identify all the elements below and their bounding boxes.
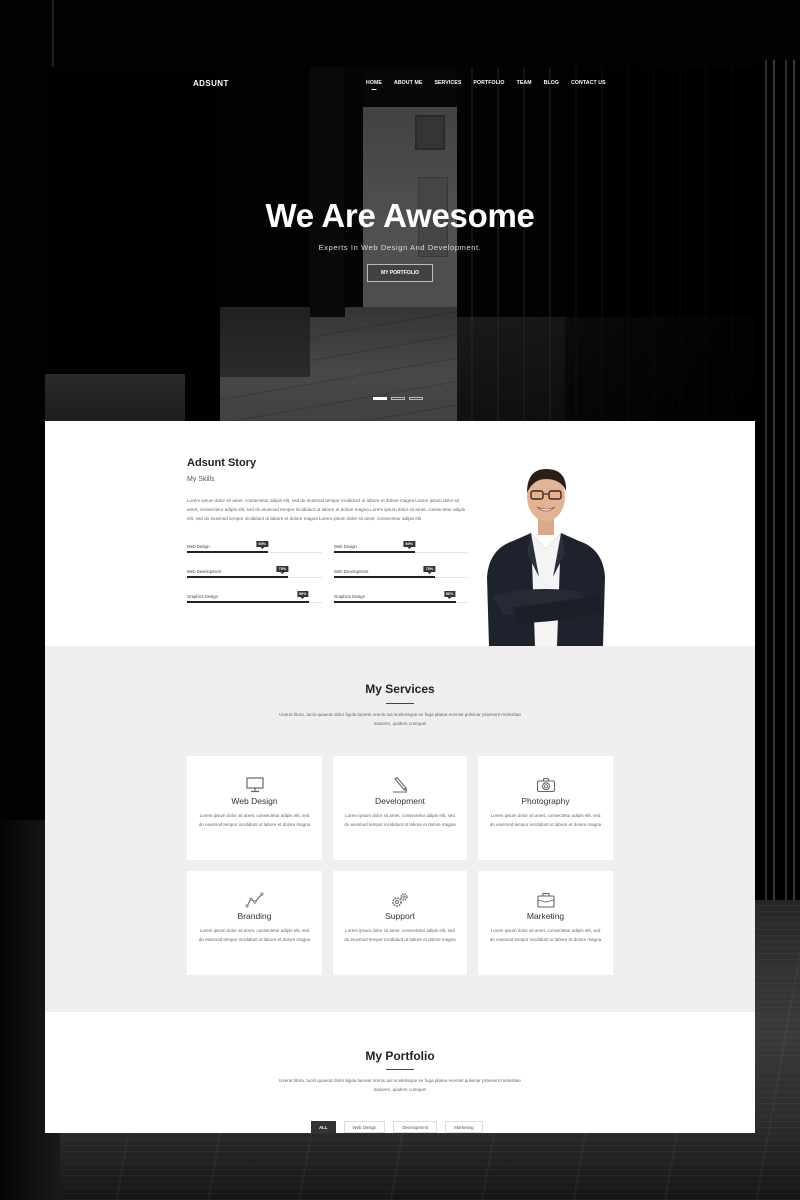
skill-fill: [334, 576, 436, 578]
portfolio-filters: ALL Web Design Development Marketing: [311, 1121, 483, 1133]
skill-percent: 60%: [256, 541, 268, 547]
service-text: Lorem ipsum dolor sit amet, consectetur …: [489, 928, 602, 942]
service-title: Marketing: [526, 911, 565, 921]
skill-bar: Web Development 75%: [334, 566, 469, 580]
service-text: Lorem ipsum dolor sit amet, consectetur …: [489, 813, 602, 827]
title-divider: [386, 703, 414, 704]
filter-all[interactable]: ALL: [311, 1121, 336, 1133]
service-title: Photography: [521, 796, 570, 806]
skill-bar: Graphics Design 90%: [334, 591, 469, 605]
briefcase-icon: [536, 892, 555, 908]
skill-percent: 75%: [276, 566, 289, 572]
portfolio-section: My Portfolio Userat litora, taciti quaer…: [45, 1012, 755, 1133]
skill-label: Graphics Design: [187, 594, 218, 599]
camera-icon: [536, 777, 555, 793]
monitor-icon: [245, 777, 264, 793]
services-title: My Services: [365, 682, 435, 696]
about-title: Adsunt Story: [187, 457, 257, 469]
skills-grid: Web Design 60% Web Design 60% Web Develo…: [187, 541, 469, 605]
hero-subtitle: Experts In Web Design And Development.: [318, 243, 482, 252]
service-card-marketing[interactable]: Marketing Lorem ipsum dolor sit amet, co…: [478, 871, 613, 975]
skill-percent: 90%: [296, 591, 309, 597]
slider-dot-1[interactable]: [373, 397, 387, 400]
skill-fill: [187, 576, 289, 578]
chart-line-icon: [244, 892, 263, 908]
service-card-development[interactable]: Development Lorem ipsum dolor sit amet, …: [333, 756, 467, 860]
about-subtitle: My Skills: [187, 476, 215, 483]
slider-pagination: [373, 397, 423, 400]
nav-item-team[interactable]: TEAM: [517, 80, 532, 86]
skill-fill: [187, 601, 309, 603]
nav-menu: HOME ABOUT ME SERVICES PORTFOLIO TEAM BL…: [366, 80, 606, 86]
website-mockup: ADSUNT HOME ABOUT ME SERVICES PORTFOLIO …: [45, 67, 755, 1133]
service-text: Lorem ipsum dolor sit amet, consectetur …: [198, 813, 311, 827]
skill-label: Web Development: [187, 569, 222, 574]
about-paragraph: Lorem ipsum dolor sit amet, consectetur …: [187, 498, 466, 521]
skill-label: Web Design: [334, 544, 357, 549]
nav-item-contact-us[interactable]: CONTACT US: [571, 80, 606, 86]
portfolio-description: Userat litora, taciti quaerat dolor ligu…: [279, 1078, 521, 1092]
title-divider: [386, 1069, 414, 1070]
service-card-web-design[interactable]: Web Design Lorem ipsum dolor sit amet, c…: [187, 756, 322, 860]
gears-icon: [392, 893, 408, 907]
skill-label: Web Design: [187, 544, 210, 549]
skill-label: Web Development: [334, 569, 369, 574]
skill-fill: [187, 551, 268, 553]
filter-web-design[interactable]: Web Design: [343, 1121, 386, 1133]
services-grid: Web Design Lorem ipsum dolor sit amet, c…: [187, 756, 613, 975]
skill-bar: Web Design 60%: [187, 541, 322, 555]
skill-fill: [334, 601, 456, 603]
service-title: Branding: [237, 911, 272, 921]
skill-fill: [334, 551, 415, 553]
skill-percent: 60%: [403, 541, 415, 547]
service-card-branding[interactable]: Branding Lorem ipsum dolor sit amet, con…: [187, 871, 322, 975]
portfolio-title: My Portfolio: [365, 1049, 435, 1063]
skill-percent: 75%: [423, 566, 436, 572]
service-text: Lorem ipsum dolor sit amet, consectetur …: [344, 928, 456, 942]
service-text: Lorem ipsum dolor sit amet, consectetur …: [344, 813, 456, 827]
nav-item-portfolio[interactable]: PORTFOLIO: [473, 80, 504, 86]
nav-item-home[interactable]: HOME: [366, 80, 382, 86]
service-text: Lorem ipsum dolor sit amet, consectetur …: [198, 928, 311, 942]
nav-item-services[interactable]: SERVICES: [434, 80, 461, 86]
skill-label: Graphics Design: [334, 594, 365, 599]
nav-item-blog[interactable]: BLOG: [544, 80, 559, 86]
skill-bar: Web Design 60%: [334, 541, 469, 555]
top-navigation: ADSUNT HOME ABOUT ME SERVICES PORTFOLIO …: [45, 67, 755, 103]
slider-dot-3[interactable]: [409, 397, 423, 400]
profile-photo: [487, 469, 605, 646]
about-section: Adsunt Story My Skills Lorem ipsum dolor…: [45, 421, 755, 646]
my-portfolio-button[interactable]: MY PORTFOLIO: [367, 264, 433, 282]
pencil-icon: [393, 777, 408, 793]
filter-marketing[interactable]: Marketing: [445, 1121, 483, 1133]
services-description: Userat litora, taciti quaerat dolor ligu…: [279, 712, 521, 726]
skill-bar: Web Development 75%: [187, 566, 322, 580]
brand-logo[interactable]: ADSUNT: [193, 79, 229, 88]
slider-dot-2[interactable]: [391, 397, 405, 400]
skill-percent: 90%: [443, 591, 456, 597]
hero-title: We Are Awesome: [265, 197, 535, 234]
nav-item-about-me[interactable]: ABOUT ME: [394, 80, 422, 86]
hero-section: ADSUNT HOME ABOUT ME SERVICES PORTFOLIO …: [45, 67, 755, 421]
service-card-photography[interactable]: Photography Lorem ipsum dolor sit amet, …: [478, 756, 613, 860]
service-card-support[interactable]: Support Lorem ipsum dolor sit amet, cons…: [333, 871, 467, 975]
skill-bar: Graphics Design 90%: [187, 591, 322, 605]
service-title: Support: [385, 911, 415, 921]
filter-development[interactable]: Development: [393, 1121, 438, 1133]
service-title: Web Design: [231, 796, 278, 806]
services-section: My Services Userat litora, taciti quaera…: [45, 646, 755, 1012]
service-title: Development: [374, 796, 426, 806]
background-glass-bars: [755, 60, 800, 900]
